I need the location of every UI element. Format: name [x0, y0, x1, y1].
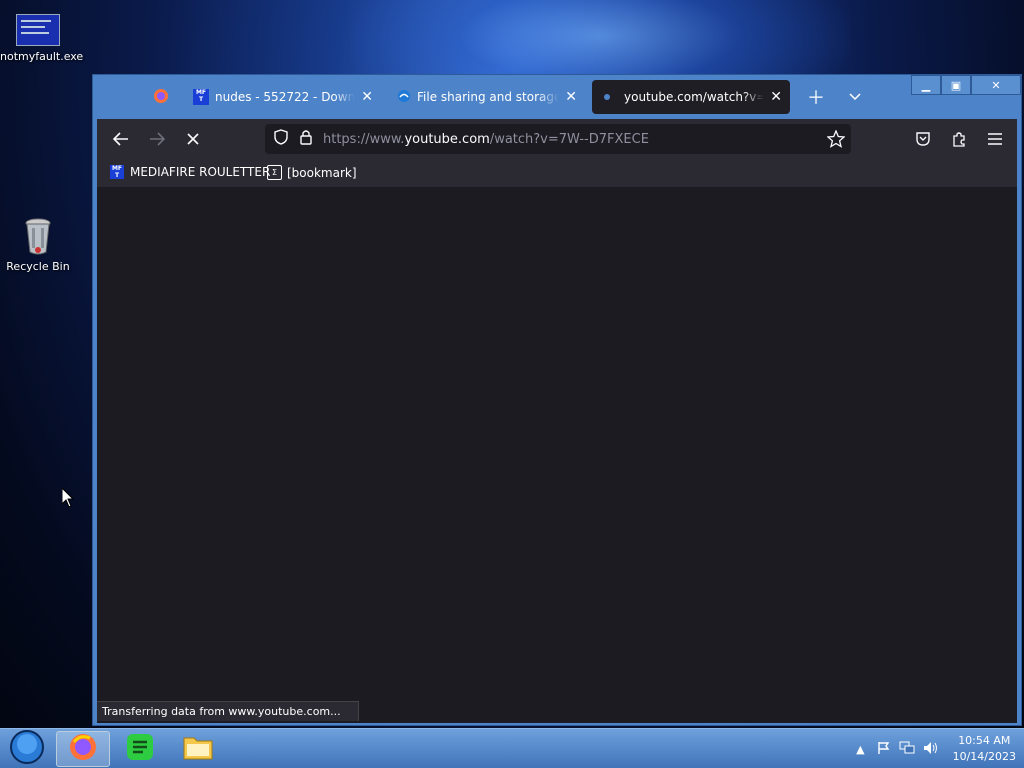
taskbar-firefox[interactable]: [56, 731, 110, 767]
back-button[interactable]: [109, 127, 133, 151]
notes-app-icon: [125, 732, 155, 766]
tab-strip: MFT nudes - 552722 - Download ✕ File sha…: [93, 75, 1021, 119]
loading-dot-icon: [604, 94, 610, 100]
arrow-right-icon: [150, 132, 165, 146]
close-window-button[interactable]: ✕: [971, 75, 1021, 95]
recycle-bin-icon: [24, 218, 52, 256]
maximize-button[interactable]: ▣: [941, 75, 971, 95]
page-content[interactable]: [97, 187, 1017, 723]
new-tab-button[interactable]: ＋: [799, 80, 829, 114]
star-bookmark-icon[interactable]: [826, 129, 846, 152]
mediafire-icon: [397, 89, 411, 106]
chevron-down-icon: [849, 90, 861, 104]
clock[interactable]: 10:54 AM 10/14/2023: [953, 733, 1016, 765]
status-panel: Transferring data from www.youtube.com..…: [97, 701, 359, 721]
extensions-button[interactable]: [947, 127, 971, 151]
taskbar-file-explorer[interactable]: [171, 731, 225, 767]
url-text: https://www.youtube.com/watch?v=7W--D7FX…: [323, 132, 649, 147]
action-center-flag-icon[interactable]: [877, 741, 891, 758]
tab-firefox-view[interactable]: [145, 80, 175, 114]
shield-icon[interactable]: [273, 129, 289, 149]
url-bar[interactable]: https://www.youtube.com/watch?v=7W--D7FX…: [265, 124, 851, 154]
bookmark-label: MEDIAFIRE ROULETTER: [130, 165, 271, 179]
clock-date: 10/14/2023: [952, 750, 1016, 763]
clock-time: 10:54 AM: [958, 734, 1011, 747]
browser-window: MFT nudes - 552722 - Download ✕ File sha…: [92, 74, 1022, 726]
start-orb-icon: [7, 729, 47, 768]
app-menu-button[interactable]: [983, 127, 1007, 151]
pocket-icon: [916, 132, 930, 146]
bookmark-mediafire-roulette[interactable]: MF T MEDIAFIRE ROULETTER: [110, 165, 270, 179]
puzzle-icon: [953, 132, 965, 147]
url-domain: youtube.com: [404, 131, 490, 147]
tab-file-sharing[interactable]: File sharing and storage ma ✕: [389, 80, 585, 114]
url-path: /watch?v=7W--D7FXECE: [489, 131, 649, 147]
taskbar-notes-app[interactable]: [113, 731, 167, 767]
close-tab-icon[interactable]: ✕: [361, 89, 373, 105]
stop-loading-button[interactable]: [181, 127, 205, 151]
system-tray: ▲ 10:54 AM 10/14/2023: [856, 729, 1016, 768]
hamburger-menu-icon: [988, 133, 1002, 145]
lock-icon[interactable]: [299, 129, 313, 149]
arrow-left-icon: [113, 132, 128, 146]
list-all-tabs-button[interactable]: [841, 80, 871, 114]
taskbar: ▲ 10:54 AM 10/14/2023: [0, 728, 1024, 768]
forward-button[interactable]: [145, 127, 169, 151]
desktop-icon-label: Recycle Bin: [6, 260, 70, 273]
tab-title: youtube.com/watch?v=7W: [624, 90, 765, 104]
mediafire-icon: MF T: [110, 165, 124, 179]
tab-mediafire-download[interactable]: MFT nudes - 552722 - Download ✕: [185, 80, 381, 114]
mouse-cursor-icon: [61, 486, 75, 512]
tab-title: File sharing and storage ma: [417, 90, 560, 104]
desktop-icon-notmyfault[interactable]: notmyfault.exe: [0, 14, 83, 63]
desktop-icon-recycle-bin[interactable]: Recycle Bin: [0, 218, 76, 273]
folder-icon: [182, 732, 214, 766]
bookmark-icon: Σ: [267, 165, 282, 180]
volume-icon[interactable]: [923, 741, 939, 758]
tab-youtube[interactable]: youtube.com/watch?v=7W ✕: [592, 80, 790, 114]
firefox-icon: [68, 732, 98, 766]
bookmark-label: [bookmark]: [287, 165, 357, 180]
tab-title: nudes - 552722 - Download: [215, 90, 356, 104]
firefox-icon: [153, 88, 169, 107]
navigation-toolbar: https://www.youtube.com/watch?v=7W--D7FX…: [97, 119, 1017, 159]
bsod-thumbnail-icon: [16, 14, 60, 46]
window-controls: ▁ ▣ ✕: [911, 75, 1021, 95]
minimize-button[interactable]: ▁: [911, 75, 941, 95]
mediafire-icon: MF T: [193, 89, 209, 105]
close-tab-icon[interactable]: ✕: [770, 89, 782, 105]
bookmarks-toolbar: MF T MEDIAFIRE ROULETTER Σ [bookmark]: [97, 159, 1017, 187]
stop-icon: [187, 133, 199, 145]
network-icon[interactable]: [899, 741, 915, 758]
desktop-icon-label: notmyfault.exe: [0, 50, 84, 63]
pocket-button[interactable]: [911, 127, 935, 151]
start-button[interactable]: [0, 729, 54, 768]
show-hidden-icons-chevron-icon[interactable]: ▲: [856, 743, 864, 756]
close-tab-icon[interactable]: ✕: [565, 89, 577, 105]
url-prefix: https://www.: [323, 131, 405, 147]
bookmark-second[interactable]: Σ [bookmark]: [267, 165, 357, 180]
